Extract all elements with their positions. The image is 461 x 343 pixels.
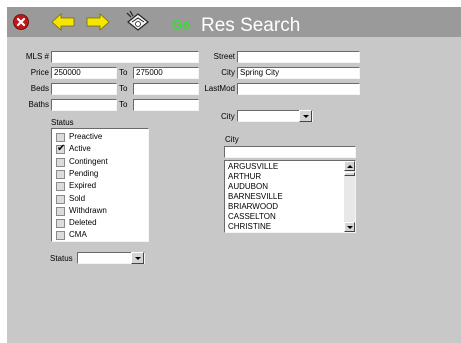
price-to-input[interactable]: 275000 xyxy=(133,67,199,79)
baths-to-label: To xyxy=(119,100,128,109)
city-list-item[interactable]: CASSELTON xyxy=(228,212,276,221)
beds-to-label: To xyxy=(119,84,128,93)
status-option-label: Contingent xyxy=(69,156,108,166)
city-list-item[interactable]: BRIARWOOD xyxy=(228,202,278,211)
city-label: City xyxy=(221,68,235,77)
price-to-label: To xyxy=(119,68,128,77)
scroll-up-button[interactable] xyxy=(344,161,355,171)
mls-label: MLS # xyxy=(25,52,49,61)
baths-from-input[interactable] xyxy=(51,99,117,111)
forward-arrow-icon[interactable] xyxy=(86,12,110,32)
city-list-label: City xyxy=(225,135,239,144)
toolbar: Go Res Search xyxy=(7,7,461,37)
status-checkbox[interactable] xyxy=(56,133,65,142)
status-option-label: Expired xyxy=(69,181,97,191)
page-title: Res Search xyxy=(201,15,301,36)
status-option-label: Sold xyxy=(69,193,86,203)
city-input[interactable]: Spring City xyxy=(237,67,360,79)
back-arrow-icon[interactable] xyxy=(51,12,75,32)
status-checklist: Preactive ✔ Active Contingent Pending Expired… xyxy=(51,128,149,242)
status-checkbox[interactable] xyxy=(56,219,65,229)
status-checkbox[interactable] xyxy=(56,231,65,241)
city-dropdown-arrow[interactable] xyxy=(299,110,312,122)
status-option-label: CMA xyxy=(69,230,87,240)
status-option-label: Pending xyxy=(69,168,99,178)
status-checkbox[interactable] xyxy=(56,157,65,167)
close-icon[interactable] xyxy=(13,14,29,30)
city-listbox: ARGUSVILLE ARTHUR AUDUBON BARNESVILLE BRIARW… xyxy=(224,160,356,233)
scroll-down-button[interactable] xyxy=(344,222,355,232)
status-checkbox[interactable]: ✔ xyxy=(56,143,66,155)
search-form: MLS # Price 250000 To 275000 Beds To Bat… xyxy=(7,37,461,343)
beds-label: Beds xyxy=(30,84,49,93)
price-from-input[interactable]: 250000 xyxy=(51,67,117,79)
city-list-item[interactable]: ARGUSVILLE xyxy=(228,162,278,171)
status-checkbox[interactable] xyxy=(56,169,65,179)
status-dropdown-arrow[interactable] xyxy=(131,252,144,264)
status-checkbox[interactable] xyxy=(56,182,65,192)
status-list-label: Status xyxy=(51,118,74,127)
status-option-label: Withdrawn xyxy=(69,205,107,215)
clear-form-icon[interactable] xyxy=(125,10,151,32)
city-search-input[interactable] xyxy=(224,146,356,158)
status-checkbox[interactable] xyxy=(56,206,65,216)
status-dropdown-label: Status xyxy=(50,254,73,263)
scroll-thumb[interactable] xyxy=(344,172,355,176)
lastmod-input[interactable] xyxy=(237,83,360,95)
status-checkbox[interactable] xyxy=(56,194,65,204)
baths-to-input[interactable] xyxy=(133,99,199,111)
status-option-label: Active xyxy=(69,144,91,154)
city-list-scrollbar[interactable] xyxy=(344,161,355,232)
city-list-item[interactable]: ARTHUR xyxy=(228,172,261,181)
city-list-item[interactable]: CHRISTINE xyxy=(228,222,271,231)
city-list-item[interactable]: AUDUBON xyxy=(228,182,268,191)
street-input[interactable] xyxy=(237,51,360,63)
beds-from-input[interactable] xyxy=(51,83,117,95)
lastmod-label: LastMod xyxy=(204,84,235,93)
mls-input[interactable] xyxy=(51,51,199,63)
baths-label: Baths xyxy=(28,100,49,109)
status-option-label: Deleted xyxy=(69,218,97,228)
street-label: Street xyxy=(213,52,235,61)
beds-to-input[interactable] xyxy=(133,83,199,95)
status-option-label: Preactive xyxy=(69,132,103,141)
checkmark-icon: ✔ xyxy=(57,143,66,155)
price-label: Price xyxy=(30,68,49,77)
city-list-item[interactable]: BARNESVILLE xyxy=(228,192,283,201)
go-button[interactable]: Go xyxy=(172,17,190,33)
city-dropdown-label: City xyxy=(221,112,235,121)
